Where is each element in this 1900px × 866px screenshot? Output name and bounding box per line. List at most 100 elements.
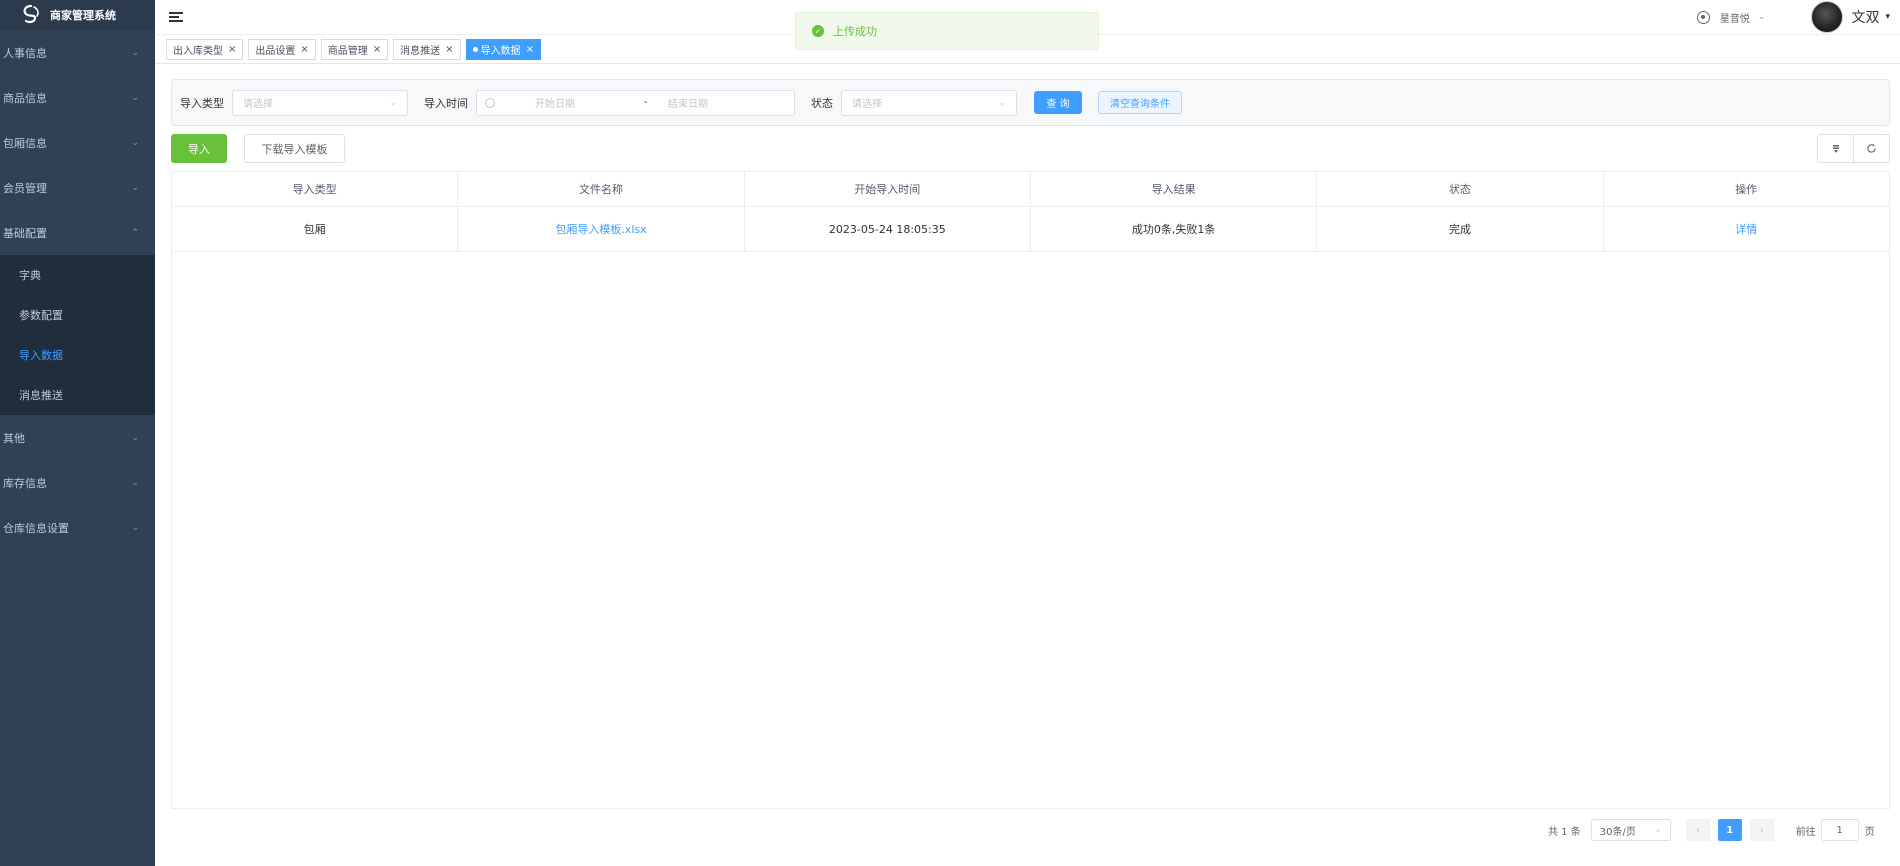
sidebar-item-label: 其他 [3,431,25,445]
chevron-down-icon: ⌄ [998,97,1006,108]
clear-conditions-button[interactable]: 清空查询条件 [1098,91,1182,114]
download-template-button[interactable]: 下载导入模板 [244,134,345,163]
close-icon[interactable]: × [445,44,453,55]
avatar[interactable] [1811,1,1844,33]
sidebar-item-label: 导入数据 [19,349,63,362]
sidebar-item-personnel[interactable]: 人事信息 ⌄ [0,30,155,75]
check-circle-icon: ✓ [812,25,824,37]
app-title: 商家管理系统 [50,9,116,22]
total-count: 共 1 条 [1548,826,1581,838]
goto-page-input[interactable]: 1 [1820,819,1859,841]
chevron-down-icon: ⌄ [131,47,139,58]
sidebar-subitem-import-data[interactable]: 导入数据 [0,335,155,375]
table-tools [1817,134,1890,163]
active-dot-icon [472,46,478,52]
column-header: 导入结果 [1031,172,1318,206]
column-header: 文件名称 [458,172,745,206]
page-suffix: 页 [1864,826,1875,838]
chevron-up-icon: ⌃ [131,227,139,238]
sidebar-subitem-dictionary[interactable]: 字典 [0,255,155,295]
sidebar-item-label: 包厢信息 [3,136,47,150]
refresh-icon[interactable] [1853,135,1889,162]
status-select[interactable]: 请选择 ⌄ [841,89,1017,116]
clock-icon [485,97,495,108]
user-name[interactable]: 文双 [1851,7,1879,27]
query-button[interactable]: 查 询 [1034,91,1082,114]
menu-toggle-icon[interactable] [169,10,183,24]
chevron-down-icon: ⌄ [131,522,139,533]
submenu-basic-config: 字典 参数配置 导入数据 消息推送 [0,255,155,415]
import-type-label: 导入类型 [180,96,224,110]
sidebar-item-inventory[interactable]: 库存信息 ⌄ [0,460,155,505]
header-right: 星音悦 ⌄ 文双 ▾ [1696,0,1900,34]
cell-result: 成功0条,失败1条 [1031,207,1318,251]
caret-down-icon[interactable]: ▾ [1885,12,1890,22]
chevron-down-icon: ⌄ [131,432,139,443]
tag-label: 出入库类型 [173,45,223,57]
sidebar-item-label: 仓库信息设置 [3,521,69,535]
table-row: 包厢 包厢导入模板.xlsx 2023-05-24 18:05:35 成功0条,… [172,207,1889,252]
tag-import-data[interactable]: 导入数据 × [465,38,541,60]
sidebar-item-label: 会员管理 [3,181,47,195]
range-separator: - [643,97,648,108]
sidebar-item-label: 消息推送 [19,389,63,402]
select-placeholder: 请选择 [852,99,882,110]
prev-page-button[interactable]: ‹ [1685,819,1710,841]
success-toast: ✓ 上传成功 [795,12,1099,50]
sidebar-item-warehouse-settings[interactable]: 仓库信息设置 ⌄ [0,505,155,550]
import-type-select[interactable]: 请选择 ⌄ [232,89,408,116]
tag-label: 导入数据 [480,45,521,57]
sidebar-item-basic-config[interactable]: 基础配置 ⌃ [0,210,155,255]
end-date-placeholder: 结束日期 [668,99,708,110]
chevron-down-icon: ⌄ [131,137,139,148]
column-header: 操作 [1735,183,1758,196]
detail-link[interactable]: 详情 [1735,221,1757,237]
sidebar-item-label: 基础配置 [3,226,47,240]
store-switcher[interactable]: 星音悦 ⌄ [1696,10,1765,25]
tag-product-management[interactable]: 商品管理 × [320,38,389,60]
page-size-select[interactable]: 30条/页 ⌄ [1590,819,1671,841]
file-link[interactable]: 包厢导入模板.xlsx [555,221,646,237]
sidebar-item-products[interactable]: 商品信息 ⌄ [0,75,155,120]
import-time-range[interactable]: 开始日期 - 结束日期 [476,89,795,116]
tag-label: 商品管理 [327,45,368,57]
logo-icon [20,4,42,26]
cell-start-time: 2023-05-24 18:05:35 [745,207,1031,251]
chevron-down-icon: ⌄ [389,97,397,108]
sidebar-item-other[interactable]: 其他 ⌄ [0,415,155,460]
store-icon [1696,10,1710,24]
sidebar-item-label: 字典 [19,269,41,282]
sidebar-item-members[interactable]: 会员管理 ⌄ [0,165,155,210]
import-time-label: 导入时间 [424,96,468,110]
logo: 商家管理系统 [0,0,155,30]
goto-label: 前往 [1795,826,1816,838]
sidebar: 商家管理系统 人事信息 ⌄ 商品信息 ⌄ 包厢信息 ⌄ 会员管理 ⌄ 基础配置 … [0,0,155,866]
column-header: 状态 [1317,172,1604,206]
column-filter-icon[interactable] [1818,135,1853,162]
page-number[interactable]: 1 [1717,819,1742,841]
select-placeholder: 请选择 [243,99,273,110]
chevron-down-icon: ⌄ [131,92,139,103]
next-page-button[interactable]: › [1749,819,1774,841]
pagination: 共 1 条 30条/页 ⌄ ‹ 1 › 前往 1 页 [1548,818,1875,842]
sidebar-item-rooms[interactable]: 包厢信息 ⌄ [0,120,155,165]
close-icon[interactable]: × [373,44,381,55]
tag-in-out-type[interactable]: 出入库类型 × [166,38,244,60]
sidebar-subitem-params[interactable]: 参数配置 [0,295,155,335]
import-button[interactable]: 导入 [171,134,227,163]
close-icon[interactable]: × [300,44,308,55]
chevron-down-icon: ⌄ [131,182,139,193]
tag-message-push[interactable]: 消息推送 × [393,38,461,60]
sidebar-subitem-message-push[interactable]: 消息推送 [0,375,155,415]
close-icon[interactable]: × [526,44,534,55]
tag-product-settings[interactable]: 出品设置 × [248,38,316,60]
close-icon[interactable]: × [228,44,236,55]
start-date-placeholder: 开始日期 [535,99,575,110]
tag-label: 消息推送 [400,45,441,57]
cell-import-type: 包厢 [172,207,459,251]
sidebar-item-label: 参数配置 [19,309,63,322]
sidebar-item-label: 人事信息 [3,46,47,60]
toast-message: 上传成功 [833,25,877,38]
cell-status: 完成 [1317,207,1604,251]
column-header: 导入类型 [172,172,459,206]
